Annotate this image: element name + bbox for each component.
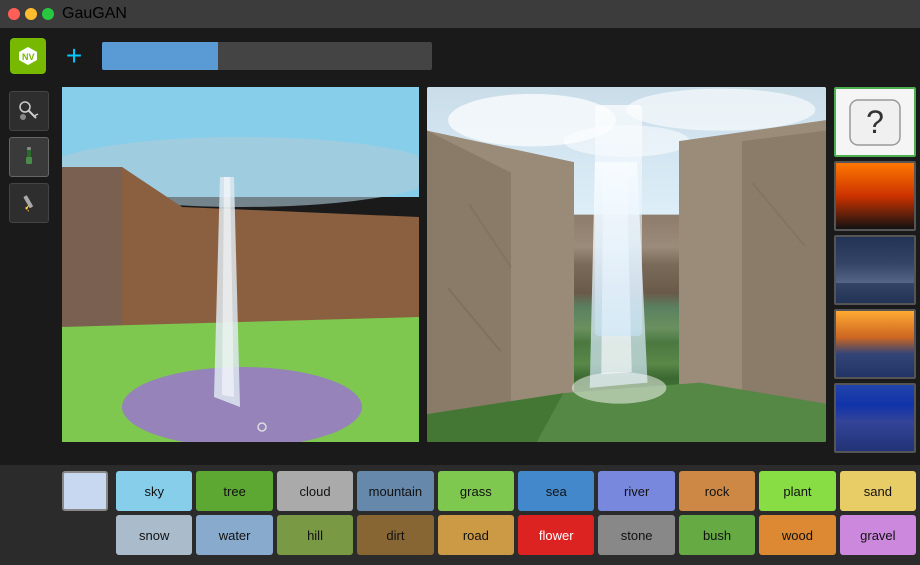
label-water[interactable]: water: [196, 515, 272, 555]
labels-area: sky tree cloud mountain grass sea river …: [0, 465, 920, 565]
label-gravel[interactable]: gravel: [840, 515, 916, 555]
eyedropper-tool[interactable]: [9, 91, 49, 131]
tools-panel: [0, 83, 58, 465]
label-plant[interactable]: plant: [759, 471, 835, 511]
label-grass[interactable]: grass: [438, 471, 514, 511]
progress-bar: [102, 42, 432, 70]
label-river[interactable]: river: [598, 471, 674, 511]
label-road[interactable]: road: [438, 515, 514, 555]
label-tree[interactable]: tree: [196, 471, 272, 511]
labels-row-2: snow water hill dirt road flower stone b…: [4, 515, 916, 555]
label-cloud[interactable]: cloud: [277, 471, 353, 511]
label-wood[interactable]: wood: [759, 515, 835, 555]
maximize-button[interactable]: [42, 8, 54, 20]
label-stone[interactable]: stone: [598, 515, 674, 555]
label-dirt[interactable]: dirt: [357, 515, 433, 555]
selected-color-swatch: [62, 471, 108, 511]
label-rock[interactable]: rock: [679, 471, 755, 511]
random-result-button[interactable]: ?: [834, 87, 916, 157]
titlebar: GauGAN: [0, 0, 920, 28]
generated-area: [423, 83, 830, 465]
label-sky[interactable]: sky: [116, 471, 192, 511]
label-snow[interactable]: snow: [116, 515, 192, 555]
result-thumb-4[interactable]: [834, 383, 916, 453]
result-thumb-3[interactable]: [834, 309, 916, 379]
label-hill[interactable]: hill: [277, 515, 353, 555]
minimize-button[interactable]: [25, 8, 37, 20]
generated-image: [427, 87, 826, 442]
label-sea[interactable]: sea: [518, 471, 594, 511]
svg-text:?: ?: [866, 104, 884, 140]
results-panel: ?: [830, 83, 920, 465]
close-button[interactable]: [8, 8, 20, 20]
drawing-canvas[interactable]: [62, 87, 419, 442]
result-thumb-1[interactable]: [834, 161, 916, 231]
app-title: GauGAN: [62, 5, 127, 23]
label-mountain[interactable]: mountain: [357, 471, 433, 511]
toolbar: NV +: [0, 28, 920, 83]
labels-row-1: sky tree cloud mountain grass sea river …: [4, 471, 916, 511]
main-area: ?: [0, 83, 920, 465]
progress-bar-fill: [102, 42, 218, 70]
pencil-tool[interactable]: [9, 183, 49, 223]
add-button[interactable]: +: [56, 38, 92, 74]
label-flower[interactable]: flower: [518, 515, 594, 555]
nvidia-logo: NV: [10, 38, 46, 74]
label-bush[interactable]: bush: [679, 515, 755, 555]
window-controls: [8, 8, 54, 20]
canvas-area: [58, 83, 423, 465]
brush-tool[interactable]: [9, 137, 49, 177]
result-thumb-2[interactable]: [834, 235, 916, 305]
svg-text:NV: NV: [22, 52, 35, 62]
label-sand[interactable]: sand: [840, 471, 916, 511]
